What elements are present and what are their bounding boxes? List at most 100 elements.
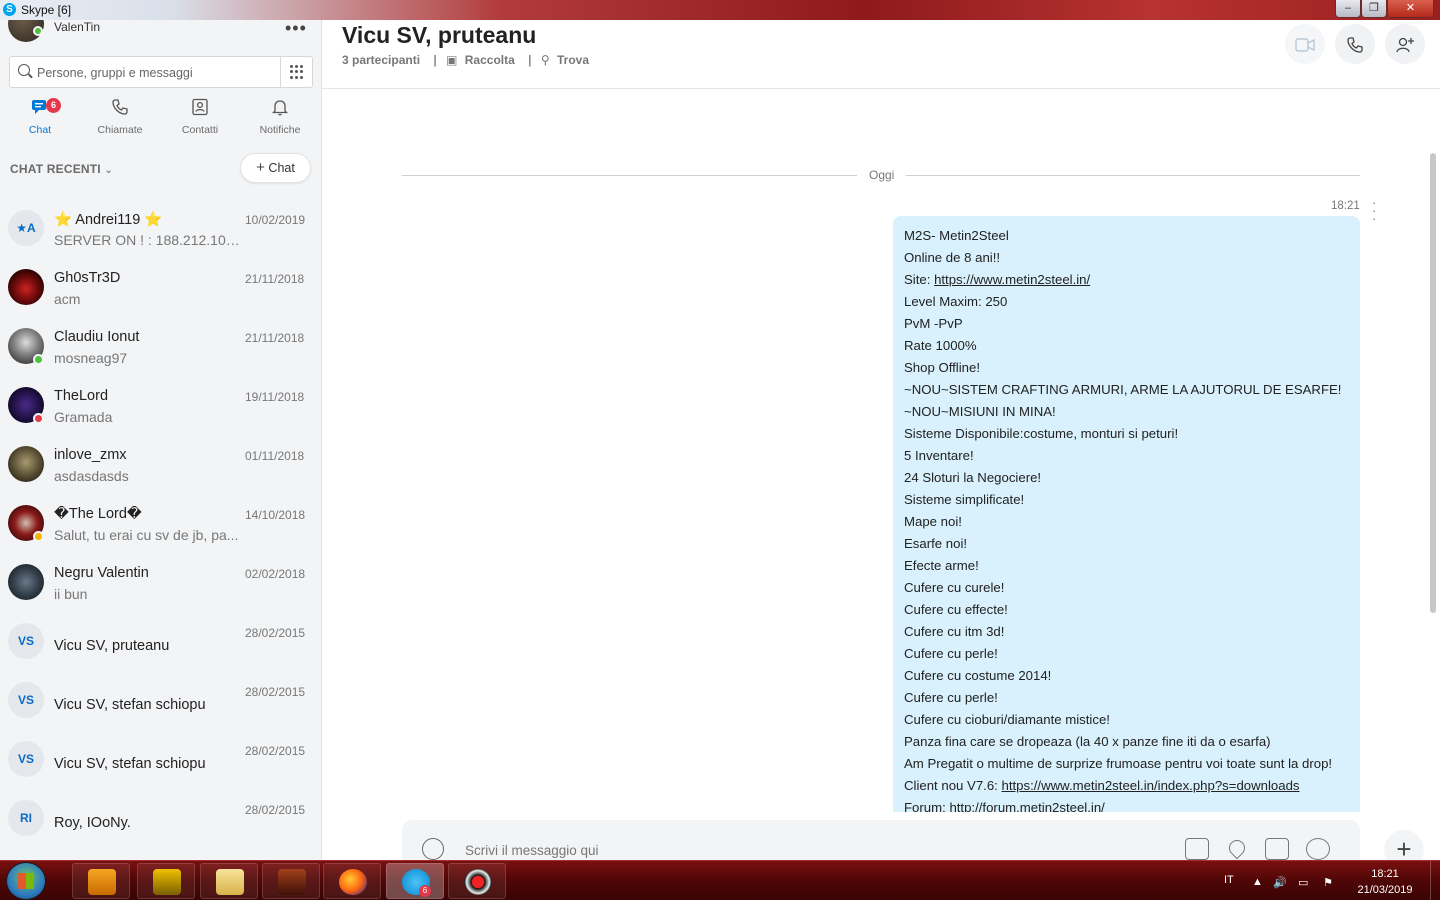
chat-date: 02/02/2018 bbox=[245, 567, 306, 581]
poll-icon[interactable] bbox=[1306, 838, 1330, 860]
new-chat-button[interactable]: + Chat bbox=[240, 153, 311, 183]
video-call-button[interactable] bbox=[1285, 24, 1325, 64]
media-gallery-icon[interactable] bbox=[1185, 838, 1209, 860]
chat-preview: ii bun bbox=[54, 586, 88, 602]
find-link[interactable]: Trova bbox=[557, 53, 589, 67]
chat-name: �The Lord� bbox=[54, 506, 142, 522]
chat-date: 28/02/2015 bbox=[245, 685, 306, 699]
site-link[interactable]: https://www.metin2steel.in/ bbox=[934, 272, 1090, 287]
chat-item[interactable]: Negru Valentin ii bun 02/02/2018 bbox=[0, 554, 321, 613]
audio-call-button[interactable] bbox=[1335, 24, 1375, 64]
chat-preview: mosneag97 bbox=[54, 350, 128, 366]
message-text: Client nou V7.6: bbox=[904, 778, 1002, 793]
minimize-button[interactable]: ‒ bbox=[1335, 0, 1361, 18]
message-line: Panza fina care se dropeaza (la 40 x pan… bbox=[904, 734, 1271, 749]
taskbar-metin2[interactable] bbox=[262, 863, 320, 899]
message-line: PvM -PvP bbox=[904, 316, 963, 331]
message-line: Sisteme Disponibile:costume, monturi si … bbox=[904, 426, 1179, 441]
gallery-link[interactable]: Raccolta bbox=[465, 53, 515, 67]
message-line: Mape noi! bbox=[904, 514, 962, 529]
forum-link[interactable]: http://forum.metin2steel.in/ bbox=[949, 800, 1104, 812]
message-line: M2S- Metin2Steel bbox=[904, 228, 1009, 243]
add-person-icon bbox=[1396, 37, 1414, 52]
taskbar-file-explorer[interactable] bbox=[200, 863, 258, 899]
dialpad-icon[interactable] bbox=[290, 65, 304, 79]
chat-item[interactable]: RI Roy, IOoNy. 28/02/2015 bbox=[0, 790, 321, 849]
chat-item[interactable]: ★A ⭐ Andrei119 ⭐ SERVER ON ! : 188.212.1… bbox=[0, 200, 321, 259]
contact-card-icon[interactable] bbox=[1265, 838, 1289, 860]
bell-icon bbox=[270, 98, 290, 118]
chat-item[interactable]: inlove_zmx asdasdasds 01/11/2018 bbox=[0, 436, 321, 495]
message-input[interactable] bbox=[465, 840, 1065, 860]
conversation-title[interactable]: Vicu SV, pruteanu bbox=[342, 22, 536, 49]
message-composer bbox=[402, 820, 1360, 860]
tab-contacts[interactable]: Contatti bbox=[160, 96, 240, 142]
message-line: Sisteme simplificate! bbox=[904, 492, 1025, 507]
profile-name[interactable]: ValenTin bbox=[54, 20, 100, 34]
taskbar-clock[interactable]: 18:21 21/03/2019 bbox=[1352, 866, 1418, 898]
download-link[interactable]: https://www.metin2steel.in/index.php?s=d… bbox=[1002, 778, 1300, 793]
taskbar-recorder[interactable] bbox=[448, 863, 506, 899]
maximize-button[interactable]: ❐ bbox=[1361, 0, 1387, 18]
chat-item[interactable]: TheLord Gramada 19/11/2018 bbox=[0, 377, 321, 436]
chat-item[interactable]: Claudiu Ionut mosneag97 21/11/2018 bbox=[0, 318, 321, 377]
recent-chats-label: CHAT RECENTI bbox=[10, 162, 101, 176]
location-icon[interactable] bbox=[1225, 836, 1249, 860]
message-line: Cufere cu costume 2014! bbox=[904, 668, 1052, 683]
chat-item[interactable]: VS Vicu SV, stefan schiopu 28/02/2015 bbox=[0, 731, 321, 790]
message-options-icon[interactable]: · · · bbox=[1372, 196, 1376, 225]
chat-item[interactable]: Gh0sTr3D acm 21/11/2018 bbox=[0, 259, 321, 318]
message-line: Cufere cu perle! bbox=[904, 646, 998, 661]
search-icon bbox=[18, 64, 30, 76]
chat-item[interactable]: VS Vicu SV, pruteanu 28/02/2015 bbox=[0, 613, 321, 672]
windows-taskbar: 6 IT ▲ 🔊 ▭ ⚑ 18:21 21/03/2019 bbox=[0, 860, 1440, 901]
chat-name: inlove_zmx bbox=[54, 447, 127, 463]
profile-status-indicator bbox=[33, 26, 43, 36]
search-input[interactable] bbox=[37, 63, 277, 83]
chat-name: ⭐ Andrei119 ⭐ bbox=[54, 212, 163, 228]
conversation-scrollbar[interactable] bbox=[1430, 153, 1436, 613]
search-box[interactable] bbox=[9, 56, 313, 88]
emoji-icon[interactable] bbox=[422, 838, 444, 860]
taskbar-media-player[interactable] bbox=[72, 863, 130, 899]
chat-name: Negru Valentin bbox=[54, 565, 149, 581]
tray-expand-icon[interactable]: ▲ bbox=[1252, 876, 1266, 888]
chat-date: 21/11/2018 bbox=[245, 331, 305, 345]
chat-preview: asdasdasds bbox=[54, 468, 129, 484]
show-desktop-button[interactable] bbox=[1430, 861, 1440, 901]
message-line: Efecte arme! bbox=[904, 558, 979, 573]
action-center-icon[interactable]: ▭ bbox=[1298, 876, 1312, 889]
recent-chats-header[interactable]: CHAT RECENTI ⌄ bbox=[10, 162, 113, 176]
participants-link[interactable]: 3 partecipanti bbox=[342, 53, 420, 67]
message-bubble[interactable]: M2S- Metin2Steel Online de 8 ani!! Site:… bbox=[893, 216, 1360, 812]
chat-name: Roy, IOoNy. bbox=[54, 815, 131, 831]
chat-name: Gh0sTr3D bbox=[54, 270, 121, 286]
taskbar-firefox[interactable] bbox=[323, 863, 381, 899]
chat-item[interactable]: �The Lord� Salut, tu erai cu sv de jb, p… bbox=[0, 495, 321, 554]
message-line: Rate 1000% bbox=[904, 338, 977, 353]
add-participant-button[interactable] bbox=[1385, 24, 1425, 64]
message-line: 24 Sloturi la Negociere! bbox=[904, 470, 1042, 485]
message-line: Cufere cu perle! bbox=[904, 690, 998, 705]
tab-notifications[interactable]: Notifiche bbox=[240, 96, 320, 142]
message-line: Site: https://www.metin2steel.in/ bbox=[904, 269, 1360, 291]
message-line: Esarfe noi! bbox=[904, 536, 968, 551]
language-indicator[interactable]: IT bbox=[1224, 874, 1234, 886]
message-line: ~NOU~MISIUNI IN MINA! bbox=[904, 404, 1056, 419]
chat-date: 14/10/2018 bbox=[245, 508, 306, 522]
volume-icon[interactable]: 🔊 bbox=[1273, 876, 1287, 889]
folder-icon bbox=[216, 869, 244, 895]
tab-chat[interactable]: 6 Chat bbox=[0, 96, 80, 142]
close-button[interactable]: ✕ bbox=[1387, 0, 1434, 18]
message-line: Am Pregatit o multime de surprize frumoa… bbox=[904, 756, 1333, 771]
network-icon[interactable]: ⚑ bbox=[1323, 876, 1337, 889]
chat-item[interactable]: VS Vicu SV, stefan schiopu 28/02/2015 bbox=[0, 672, 321, 731]
more-options-icon[interactable]: ••• bbox=[285, 20, 307, 39]
tab-calls[interactable]: Chiamate bbox=[80, 96, 160, 142]
clock-date: 21/03/2019 bbox=[1357, 884, 1413, 896]
windows-start-button[interactable] bbox=[6, 862, 46, 900]
avatar: VS bbox=[8, 623, 44, 659]
taskbar-skype[interactable]: 6 bbox=[386, 863, 444, 899]
taskbar-winamp[interactable] bbox=[137, 863, 195, 899]
chevron-down-icon: ⌄ bbox=[104, 165, 113, 176]
